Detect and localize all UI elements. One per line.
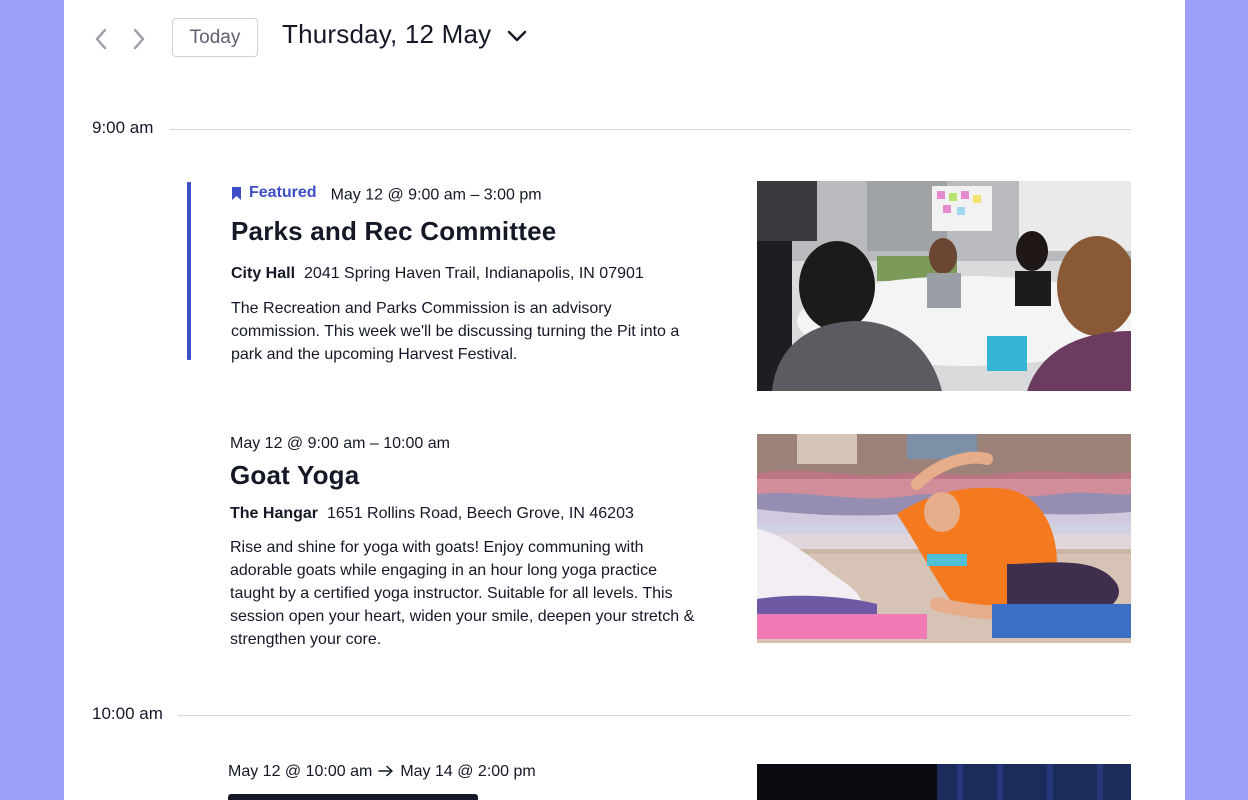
event-featured-image[interactable] (757, 434, 1131, 643)
venue-address: 2041 Spring Haven Trail, Indianapolis, I… (304, 265, 644, 282)
venue-name: City Hall (231, 265, 296, 282)
events-panel: Today Thursday, 12 May 9:00 am Featured … (64, 0, 1185, 800)
today-button[interactable]: Today (172, 18, 258, 57)
event-title-cropped (228, 794, 478, 800)
event-venue: The Hangar 1651 Rollins Road, Beech Grove… (230, 505, 634, 523)
event-photo-cropped (757, 764, 1131, 800)
event-title-link[interactable]: Goat Yoga (230, 460, 359, 491)
featured-tag: Featured (231, 184, 317, 202)
date-picker-toggle[interactable] (506, 26, 528, 51)
event-datetime-row: May 12 @ 10:00 am May 14 @ 2:00 pm (228, 763, 536, 781)
chevron-right-icon (133, 28, 145, 50)
divider (170, 129, 1131, 130)
current-date-label[interactable]: Thursday, 12 May (282, 19, 491, 50)
arrow-right-icon (378, 765, 394, 777)
event-description: Rise and shine for yoga with goats! Enjo… (230, 539, 695, 648)
event-venue: City Hall 2041 Spring Haven Trail, Indian… (231, 265, 644, 283)
event-datetime: May 12 @ 9:00 am – 10:00 am (230, 435, 450, 452)
event-datetime-end: May 14 @ 2:00 pm (400, 763, 536, 780)
event-title-link[interactable]: Parks and Rec Committee (231, 216, 556, 247)
venue-address: 1651 Rollins Road, Beech Grove, IN 46203 (327, 505, 634, 522)
day-navigation-toolbar: Today Thursday, 12 May (64, 0, 1185, 80)
event-description: The Recreation and Parks Commission is a… (231, 300, 680, 363)
featured-indicator-bar (187, 182, 191, 360)
event-datetime: May 12 @ 9:00 am – 3:00 pm (330, 186, 542, 204)
time-separator-label: 9:00 am (92, 118, 154, 138)
yoga-class-photo (757, 434, 1131, 643)
venue-name: The Hangar (230, 505, 319, 522)
chevron-down-icon (507, 30, 527, 42)
next-day-button[interactable] (128, 26, 148, 52)
event-title-link[interactable] (228, 790, 488, 800)
previous-day-button[interactable] (92, 26, 112, 52)
divider (178, 715, 1131, 716)
time-separator: 9:00 am (92, 118, 1131, 142)
chevron-left-icon (95, 28, 107, 50)
time-separator-label: 10:00 am (92, 704, 163, 724)
event-datetime-row: Featured May 12 @ 9:00 am – 3:00 pm (231, 184, 542, 205)
meeting-photo (757, 181, 1131, 391)
event-featured-image[interactable] (757, 764, 1131, 800)
event-datetime-start: May 12 @ 10:00 am (228, 763, 373, 780)
event-featured-image[interactable] (757, 181, 1131, 391)
time-separator: 10:00 am (92, 704, 1131, 728)
bookmark-icon (232, 186, 241, 200)
featured-label: Featured (249, 184, 317, 201)
